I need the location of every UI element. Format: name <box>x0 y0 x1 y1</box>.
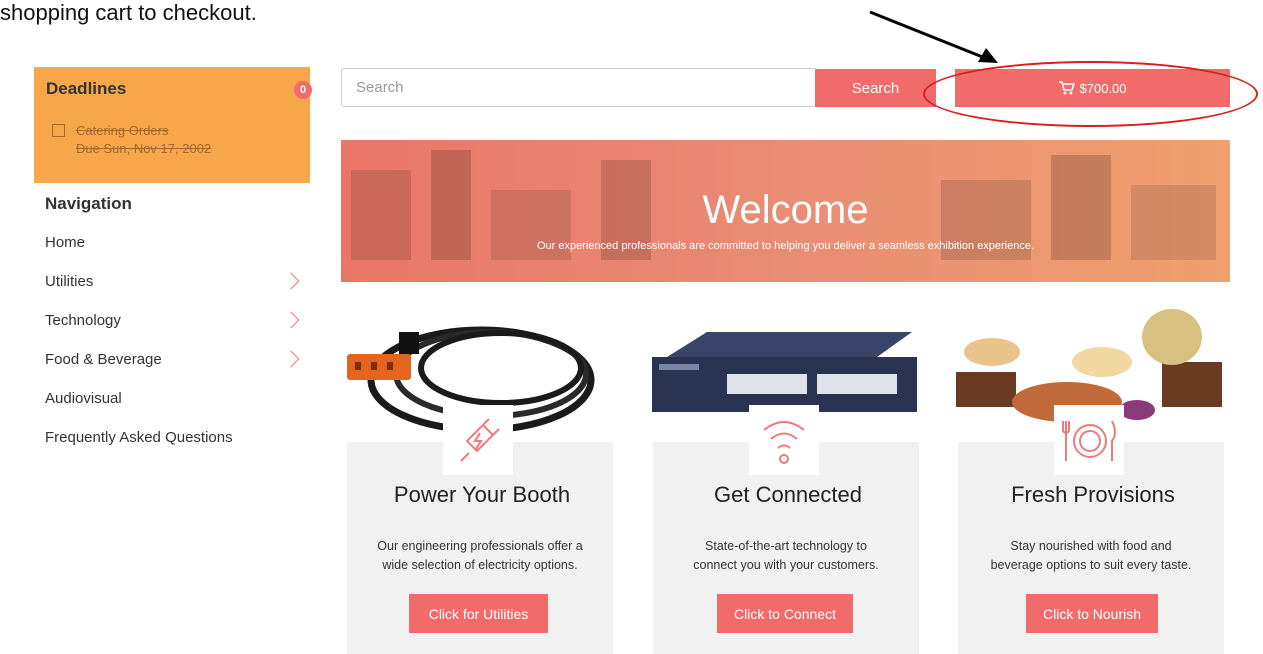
banner-subtitle: Our experienced professionals are commit… <box>536 240 1035 252</box>
nourish-button[interactable]: Click to Nourish <box>1026 594 1158 633</box>
deadline-item[interactable]: Catering Orders Due Sun, Nov 17, 2002 <box>52 123 211 156</box>
welcome-banner: Welcome Our experienced professionals ar… <box>341 140 1230 282</box>
card-provisions: Fresh Provisions Stay nourished with foo… <box>952 302 1224 654</box>
card-title: Get Connected <box>714 482 862 507</box>
nav-item-utilities[interactable]: Utilities <box>45 272 305 312</box>
search-button[interactable]: Search <box>815 69 936 107</box>
deadline-item-date: Due Sun, Nov 17, 2002 <box>76 141 212 156</box>
card-description: Stay nourished with food and beverage op… <box>958 537 1224 575</box>
navigation-title: Navigation <box>45 194 132 213</box>
cart-button[interactable]: $700.00 <box>955 69 1230 107</box>
instruction-caption: shopping cart to checkout. <box>0 0 257 25</box>
card-description-line: wide selection of electricity options. <box>382 558 578 572</box>
card-connected: Get Connected State-of-the-art technolog… <box>647 302 919 654</box>
nav-item-label: Audiovisual <box>45 390 122 407</box>
plate-fork-knife-icon <box>1054 405 1124 475</box>
chevron-right-icon[interactable] <box>282 311 300 329</box>
banner-title: Welcome <box>702 188 869 232</box>
nav-item-technology[interactable]: Technology <box>45 311 305 351</box>
nav-item-label: Food & Beverage <box>45 351 162 368</box>
nav-item-label: Home <box>45 234 86 251</box>
card-power: Power Your Booth Our engineering profess… <box>341 302 613 654</box>
card-title: Power Your Booth <box>393 482 571 507</box>
power-plug-icon <box>443 405 513 475</box>
nav-item-faq[interactable]: Frequently Asked Questions <box>45 429 305 468</box>
nav-item-label: Technology <box>45 312 121 329</box>
nav-item-label: Utilities <box>45 273 94 290</box>
card-description-line: Stay nourished with food and <box>1010 539 1172 553</box>
nav-item-label: Frequently Asked Questions <box>45 429 233 446</box>
card-description: Our engineering professionals offer a wi… <box>347 537 613 575</box>
card-description-line: beverage options to suit every taste. <box>990 558 1192 572</box>
card-description: State-of-the-art technology to connect y… <box>653 537 919 575</box>
chevron-right-icon[interactable] <box>282 272 300 290</box>
deadlines-panel: Deadlines 0 Catering Orders Due Sun, Nov… <box>34 67 312 183</box>
deadline-item-name: Catering Orders <box>76 123 169 138</box>
nav-item-food-beverage[interactable]: Food & Beverage <box>45 350 305 390</box>
nav-item-home[interactable]: Home <box>45 234 305 273</box>
deadlines-count-badge: 0 <box>294 81 312 99</box>
chevron-right-icon[interactable] <box>282 350 300 368</box>
deadlines-title: Deadlines <box>46 79 127 98</box>
nav-item-audiovisual[interactable]: Audiovisual <box>45 390 305 429</box>
calendar-icon <box>52 124 65 137</box>
navigation-menu: Home Utilities Technology Food & Beverag… <box>45 234 305 468</box>
utilities-button[interactable]: Click for Utilities <box>409 594 548 633</box>
connect-button[interactable]: Click to Connect <box>717 594 853 633</box>
card-description-line: State-of-the-art technology to <box>705 539 867 553</box>
card-title: Fresh Provisions <box>1011 482 1175 507</box>
card-description-line: Our engineering professionals offer a <box>377 539 583 553</box>
cart-total: $700.00 <box>1079 80 1127 96</box>
card-description-line: connect you with your customers. <box>693 558 879 572</box>
search-input[interactable] <box>341 68 817 107</box>
cart-icon <box>1058 81 1075 95</box>
wifi-icon <box>749 405 819 475</box>
